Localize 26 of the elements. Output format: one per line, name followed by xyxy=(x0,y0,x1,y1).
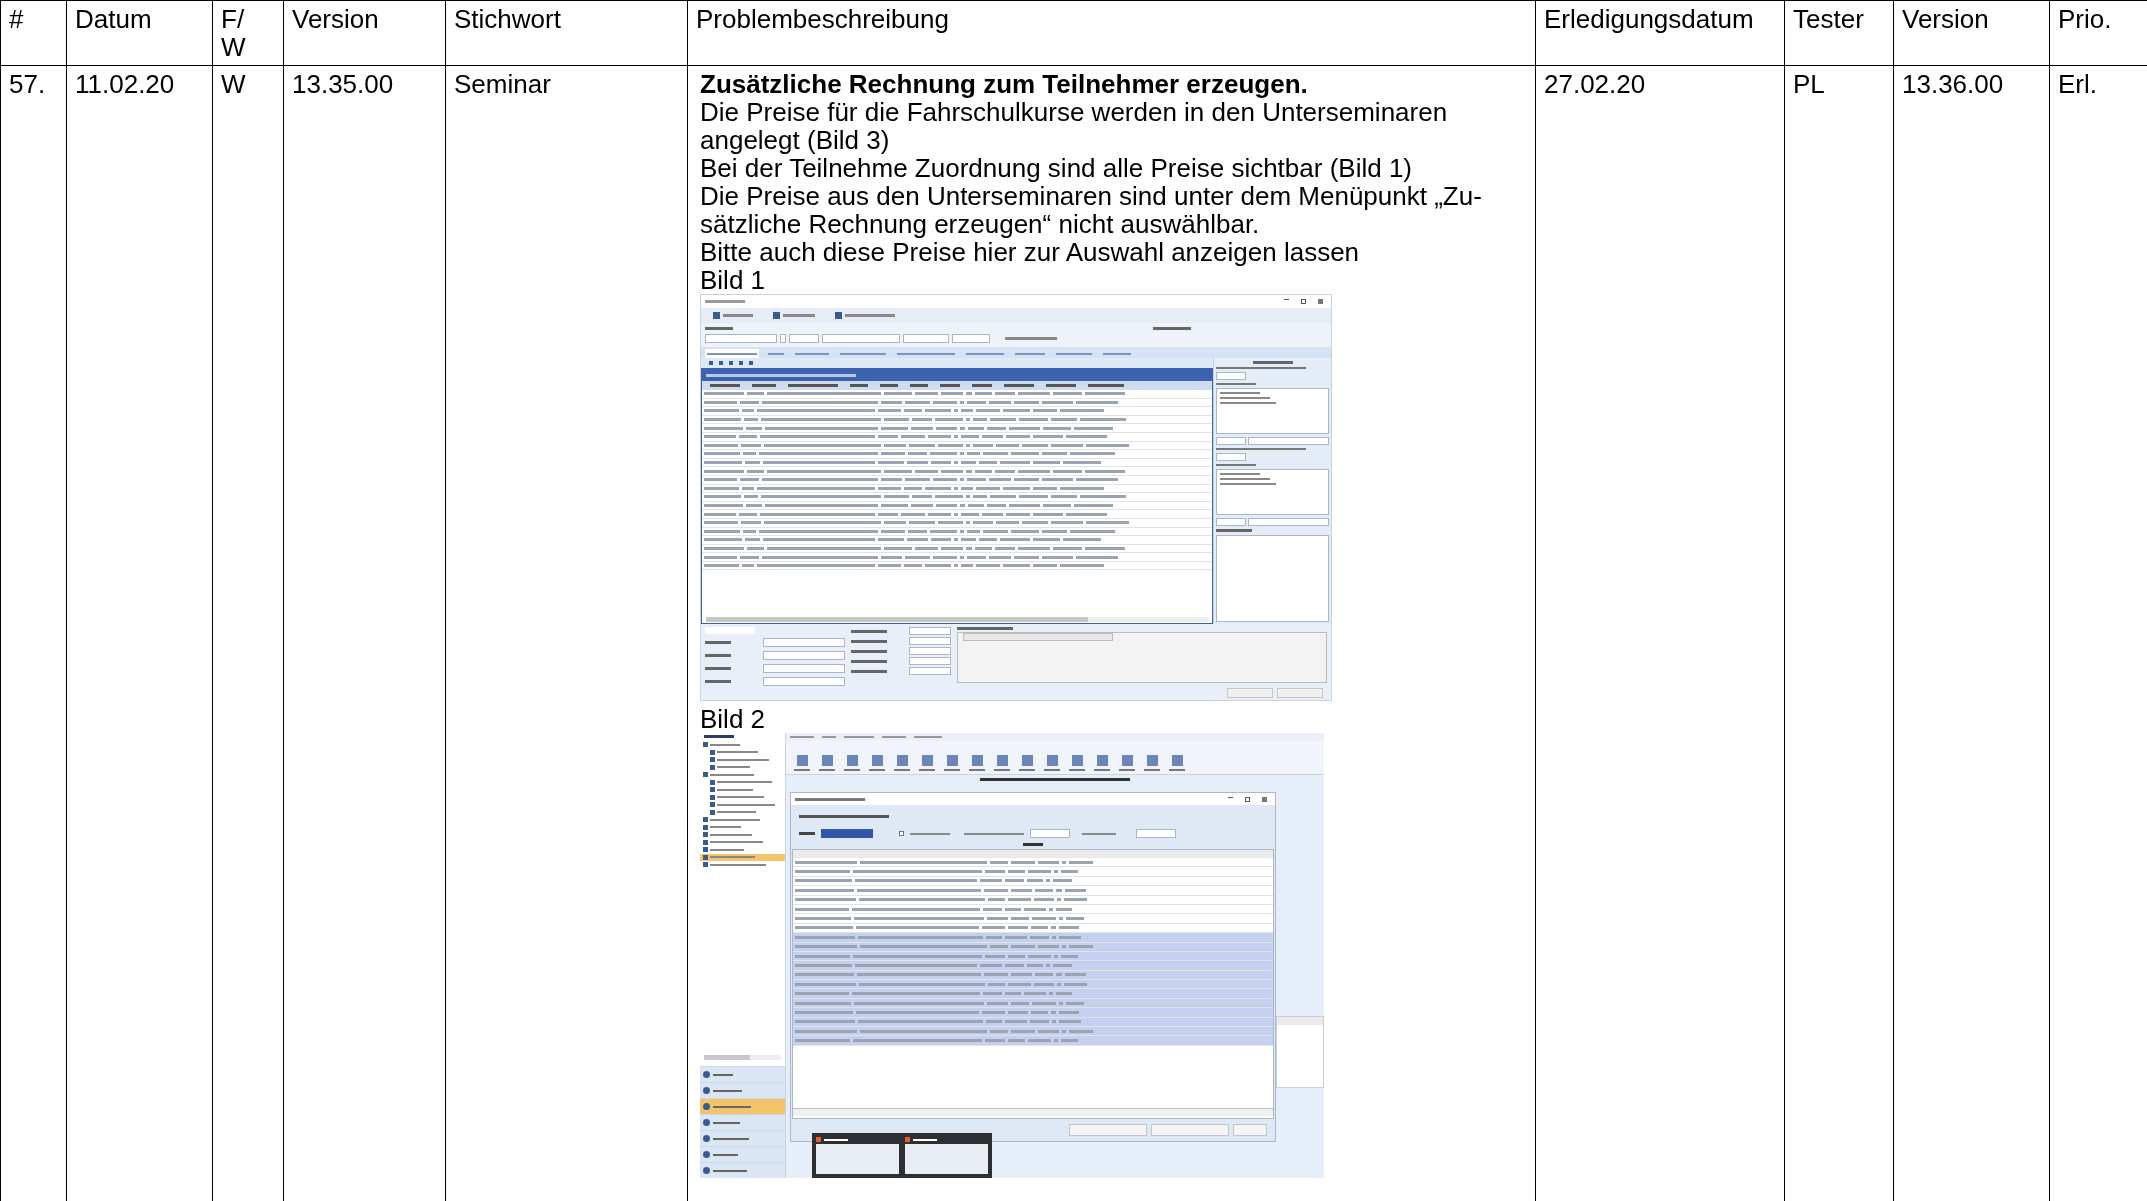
description-text: Bitte auch diese Preise hier zur Auswahl anzeigen lassen xyxy=(700,238,1361,266)
column-header: Tester xyxy=(1793,4,1864,34)
column-header: Stichwort xyxy=(454,4,561,34)
description-text: Bei der Teilnehme Zuordnung sind alle Preise sichtbar (Bild 1) xyxy=(700,154,1413,182)
column-header: Erledigungsdatum xyxy=(1544,4,1754,34)
figure-caption: Bild 1 xyxy=(700,266,766,294)
table-cell: Erl. xyxy=(2058,69,2097,99)
table-cell: 27.02.20 xyxy=(1544,69,1646,99)
figure-caption: Bild 2 xyxy=(700,705,766,733)
table-cell: Seminar xyxy=(454,69,551,99)
table-cell: PL xyxy=(1793,69,1825,99)
problem-title: Zusätzliche Rechnung zum Teilnehmer erzeugen. xyxy=(700,70,1308,98)
column-header: Problembeschreibung xyxy=(696,4,949,34)
table-cell: 11.02.20 xyxy=(75,69,175,99)
column-header: Version xyxy=(292,4,379,34)
table-cell: 13.36.00 xyxy=(1902,69,2004,99)
column-header: Prio. xyxy=(2058,4,2112,34)
table-cell: 57. xyxy=(9,69,46,99)
description-text: Die Preise aus den Unterseminaren sind unter dem Menüpunkt „Zu-sätzliche Rechnung erzeugen“ nicht auswählbar. xyxy=(700,182,1483,238)
table-cell: 13.35.00 xyxy=(292,69,394,99)
column-header: # xyxy=(9,4,24,34)
table-cell: W xyxy=(221,69,246,99)
column-header: Datum xyxy=(75,4,152,34)
description-text: Die Preise für die Fahrschulkurse werden in den Unterseminaren angelegt (Bild 3) xyxy=(700,98,1449,154)
column-header: Version xyxy=(1902,4,1989,34)
column-header: F/ W xyxy=(221,5,247,61)
